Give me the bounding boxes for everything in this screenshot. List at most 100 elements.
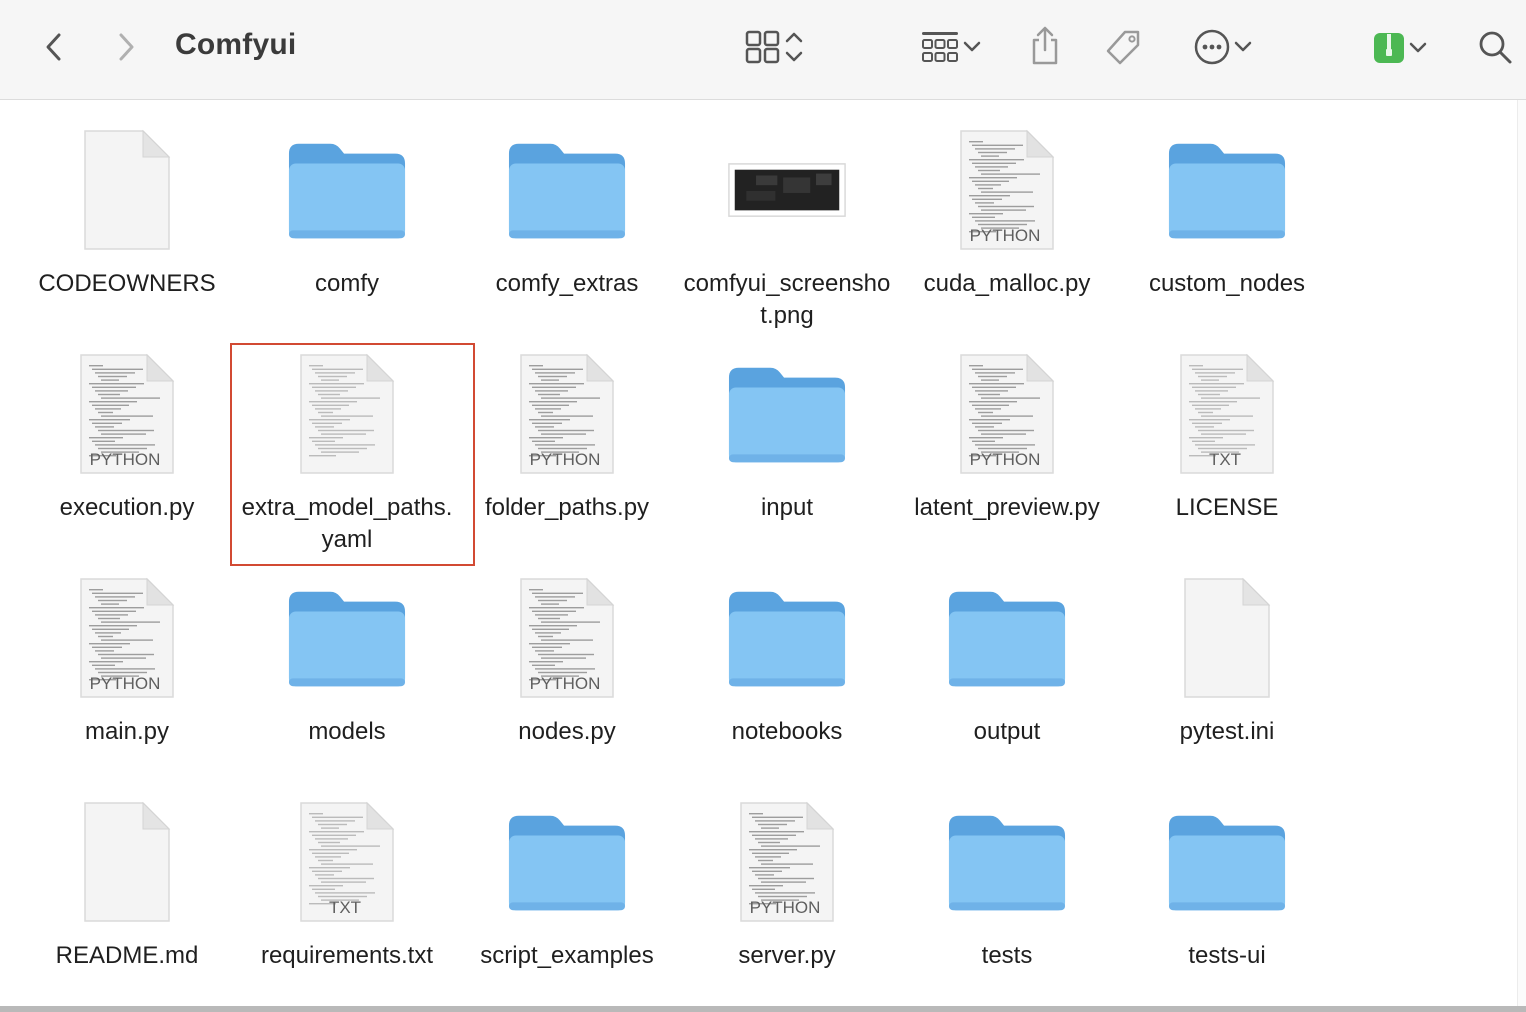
- chevron-right-icon: [119, 33, 134, 61]
- file-name-label[interactable]: requirements.txt: [237, 940, 457, 972]
- file-item[interactable]: CODEOWNERS: [17, 110, 237, 334]
- file-item[interactable]: PYTHON latent_preview.py: [897, 334, 1117, 558]
- file-name-label[interactable]: pytest.ini: [1117, 716, 1337, 748]
- group-by-icon: [922, 32, 958, 62]
- file-item[interactable]: PYTHON cuda_malloc.py: [897, 110, 1117, 334]
- file-name-label[interactable]: LICENSE: [1117, 492, 1337, 524]
- svg-text:TXT: TXT: [329, 898, 361, 917]
- document-icon[interactable]: TXT: [1167, 348, 1287, 482]
- vertical-scrollbar[interactable]: [1517, 100, 1526, 1012]
- svg-text:PYTHON: PYTHON: [530, 450, 601, 469]
- svg-text:PYTHON: PYTHON: [970, 226, 1041, 245]
- image-thumbnail-icon[interactable]: [727, 124, 847, 258]
- folder-item[interactable]: input: [677, 334, 897, 558]
- file-item[interactable]: PYTHON execution.py: [17, 334, 237, 558]
- folder-item[interactable]: comfy: [237, 110, 457, 334]
- file-item[interactable]: README.md: [17, 782, 237, 1006]
- file-name-label[interactable]: notebooks: [677, 716, 897, 748]
- window-title: Comfyui: [175, 28, 297, 61]
- folder-icon[interactable]: [287, 124, 407, 258]
- view-mode-button[interactable]: [736, 28, 812, 66]
- svg-text:PYTHON: PYTHON: [750, 898, 821, 917]
- folder-icon[interactable]: [507, 124, 627, 258]
- forward-button[interactable]: [110, 30, 142, 64]
- folder-icon[interactable]: [1167, 124, 1287, 258]
- file-item[interactable]: PYTHON main.py: [17, 558, 237, 782]
- file-name-label[interactable]: comfyui_screenshot.png: [677, 268, 897, 332]
- document-icon[interactable]: PYTHON: [67, 348, 187, 482]
- folder-icon[interactable]: [727, 348, 847, 482]
- svg-text:PYTHON: PYTHON: [530, 674, 601, 693]
- svg-text:PYTHON: PYTHON: [90, 674, 161, 693]
- file-name-label[interactable]: models: [237, 716, 457, 748]
- file-name-label[interactable]: tests-ui: [1117, 940, 1337, 972]
- blank-document-icon[interactable]: [1167, 572, 1287, 706]
- folder-icon[interactable]: [727, 572, 847, 706]
- file-item[interactable]: TXT LICENSE: [1117, 334, 1337, 558]
- chevron-left-icon: [46, 33, 61, 61]
- file-name-label[interactable]: latent_preview.py: [897, 492, 1117, 524]
- file-item[interactable]: PYTHON folder_paths.py: [457, 334, 677, 558]
- file-item[interactable]: comfyui_screenshot.png: [677, 110, 897, 334]
- file-name-label[interactable]: execution.py: [17, 492, 237, 524]
- file-item[interactable]: PYTHON server.py: [677, 782, 897, 1006]
- folder-icon[interactable]: [1167, 796, 1287, 930]
- ellipsis-circle-icon: [1194, 29, 1230, 65]
- document-icon[interactable]: TXT: [287, 796, 407, 930]
- chevron-down-icon: [963, 41, 981, 52]
- chevron-updown-icon: [785, 32, 803, 62]
- file-item[interactable]: PYTHON nodes.py: [457, 558, 677, 782]
- document-icon[interactable]: PYTHON: [507, 348, 627, 482]
- search-icon: [1479, 31, 1512, 64]
- file-name-label[interactable]: server.py: [677, 940, 897, 972]
- app-extension-button[interactable]: [1364, 28, 1436, 68]
- more-actions-button[interactable]: [1186, 26, 1260, 68]
- file-name-label[interactable]: script_examples: [457, 940, 677, 972]
- file-name-label[interactable]: main.py: [17, 716, 237, 748]
- document-icon[interactable]: PYTHON: [67, 572, 187, 706]
- folder-icon[interactable]: [947, 796, 1067, 930]
- file-name-label[interactable]: input: [677, 492, 897, 524]
- folder-icon[interactable]: [947, 572, 1067, 706]
- file-name-label[interactable]: README.md: [17, 940, 237, 972]
- folder-icon[interactable]: [287, 572, 407, 706]
- file-name-label[interactable]: tests: [897, 940, 1117, 972]
- share-button[interactable]: [1024, 24, 1066, 68]
- svg-text:PYTHON: PYTHON: [90, 450, 161, 469]
- document-icon[interactable]: PYTHON: [727, 796, 847, 930]
- tag-icon: [1106, 30, 1140, 65]
- file-icon-grid: CODEOWNERS comfy comfy_extras comfyui_scree…: [17, 110, 1337, 1006]
- search-button[interactable]: [1474, 26, 1516, 68]
- folder-item[interactable]: notebooks: [677, 558, 897, 782]
- window-bottom-edge: [0, 1006, 1526, 1012]
- file-name-label[interactable]: comfy: [237, 268, 457, 300]
- folder-item[interactable]: tests-ui: [1117, 782, 1337, 1006]
- file-name-label[interactable]: comfy_extras: [457, 268, 677, 300]
- folder-item[interactable]: comfy_extras: [457, 110, 677, 334]
- document-icon[interactable]: PYTHON: [507, 572, 627, 706]
- file-name-label[interactable]: cuda_malloc.py: [897, 268, 1117, 300]
- tag-button[interactable]: [1100, 26, 1146, 70]
- file-item[interactable]: pytest.ini: [1117, 558, 1337, 782]
- file-name-label[interactable]: CODEOWNERS: [17, 268, 237, 300]
- blank-document-icon[interactable]: [67, 796, 187, 930]
- folder-item[interactable]: custom_nodes: [1117, 110, 1337, 334]
- document-icon[interactable]: PYTHON: [947, 124, 1067, 258]
- file-name-label[interactable]: nodes.py: [457, 716, 677, 748]
- selection-highlight: [230, 343, 475, 566]
- group-by-button[interactable]: [912, 28, 990, 66]
- folder-item[interactable]: output: [897, 558, 1117, 782]
- file-item[interactable]: TXT requirements.txt: [237, 782, 457, 1006]
- file-name-label[interactable]: custom_nodes: [1117, 268, 1337, 300]
- blank-document-icon[interactable]: [67, 124, 187, 258]
- file-name-label[interactable]: folder_paths.py: [457, 492, 677, 524]
- file-name-label[interactable]: output: [897, 716, 1117, 748]
- folder-item[interactable]: models: [237, 558, 457, 782]
- chevron-down-icon: [1234, 41, 1252, 52]
- folder-icon[interactable]: [507, 796, 627, 930]
- svg-text:TXT: TXT: [1209, 450, 1241, 469]
- folder-item[interactable]: tests: [897, 782, 1117, 1006]
- folder-item[interactable]: script_examples: [457, 782, 677, 1006]
- document-icon[interactable]: PYTHON: [947, 348, 1067, 482]
- back-button[interactable]: [38, 30, 70, 64]
